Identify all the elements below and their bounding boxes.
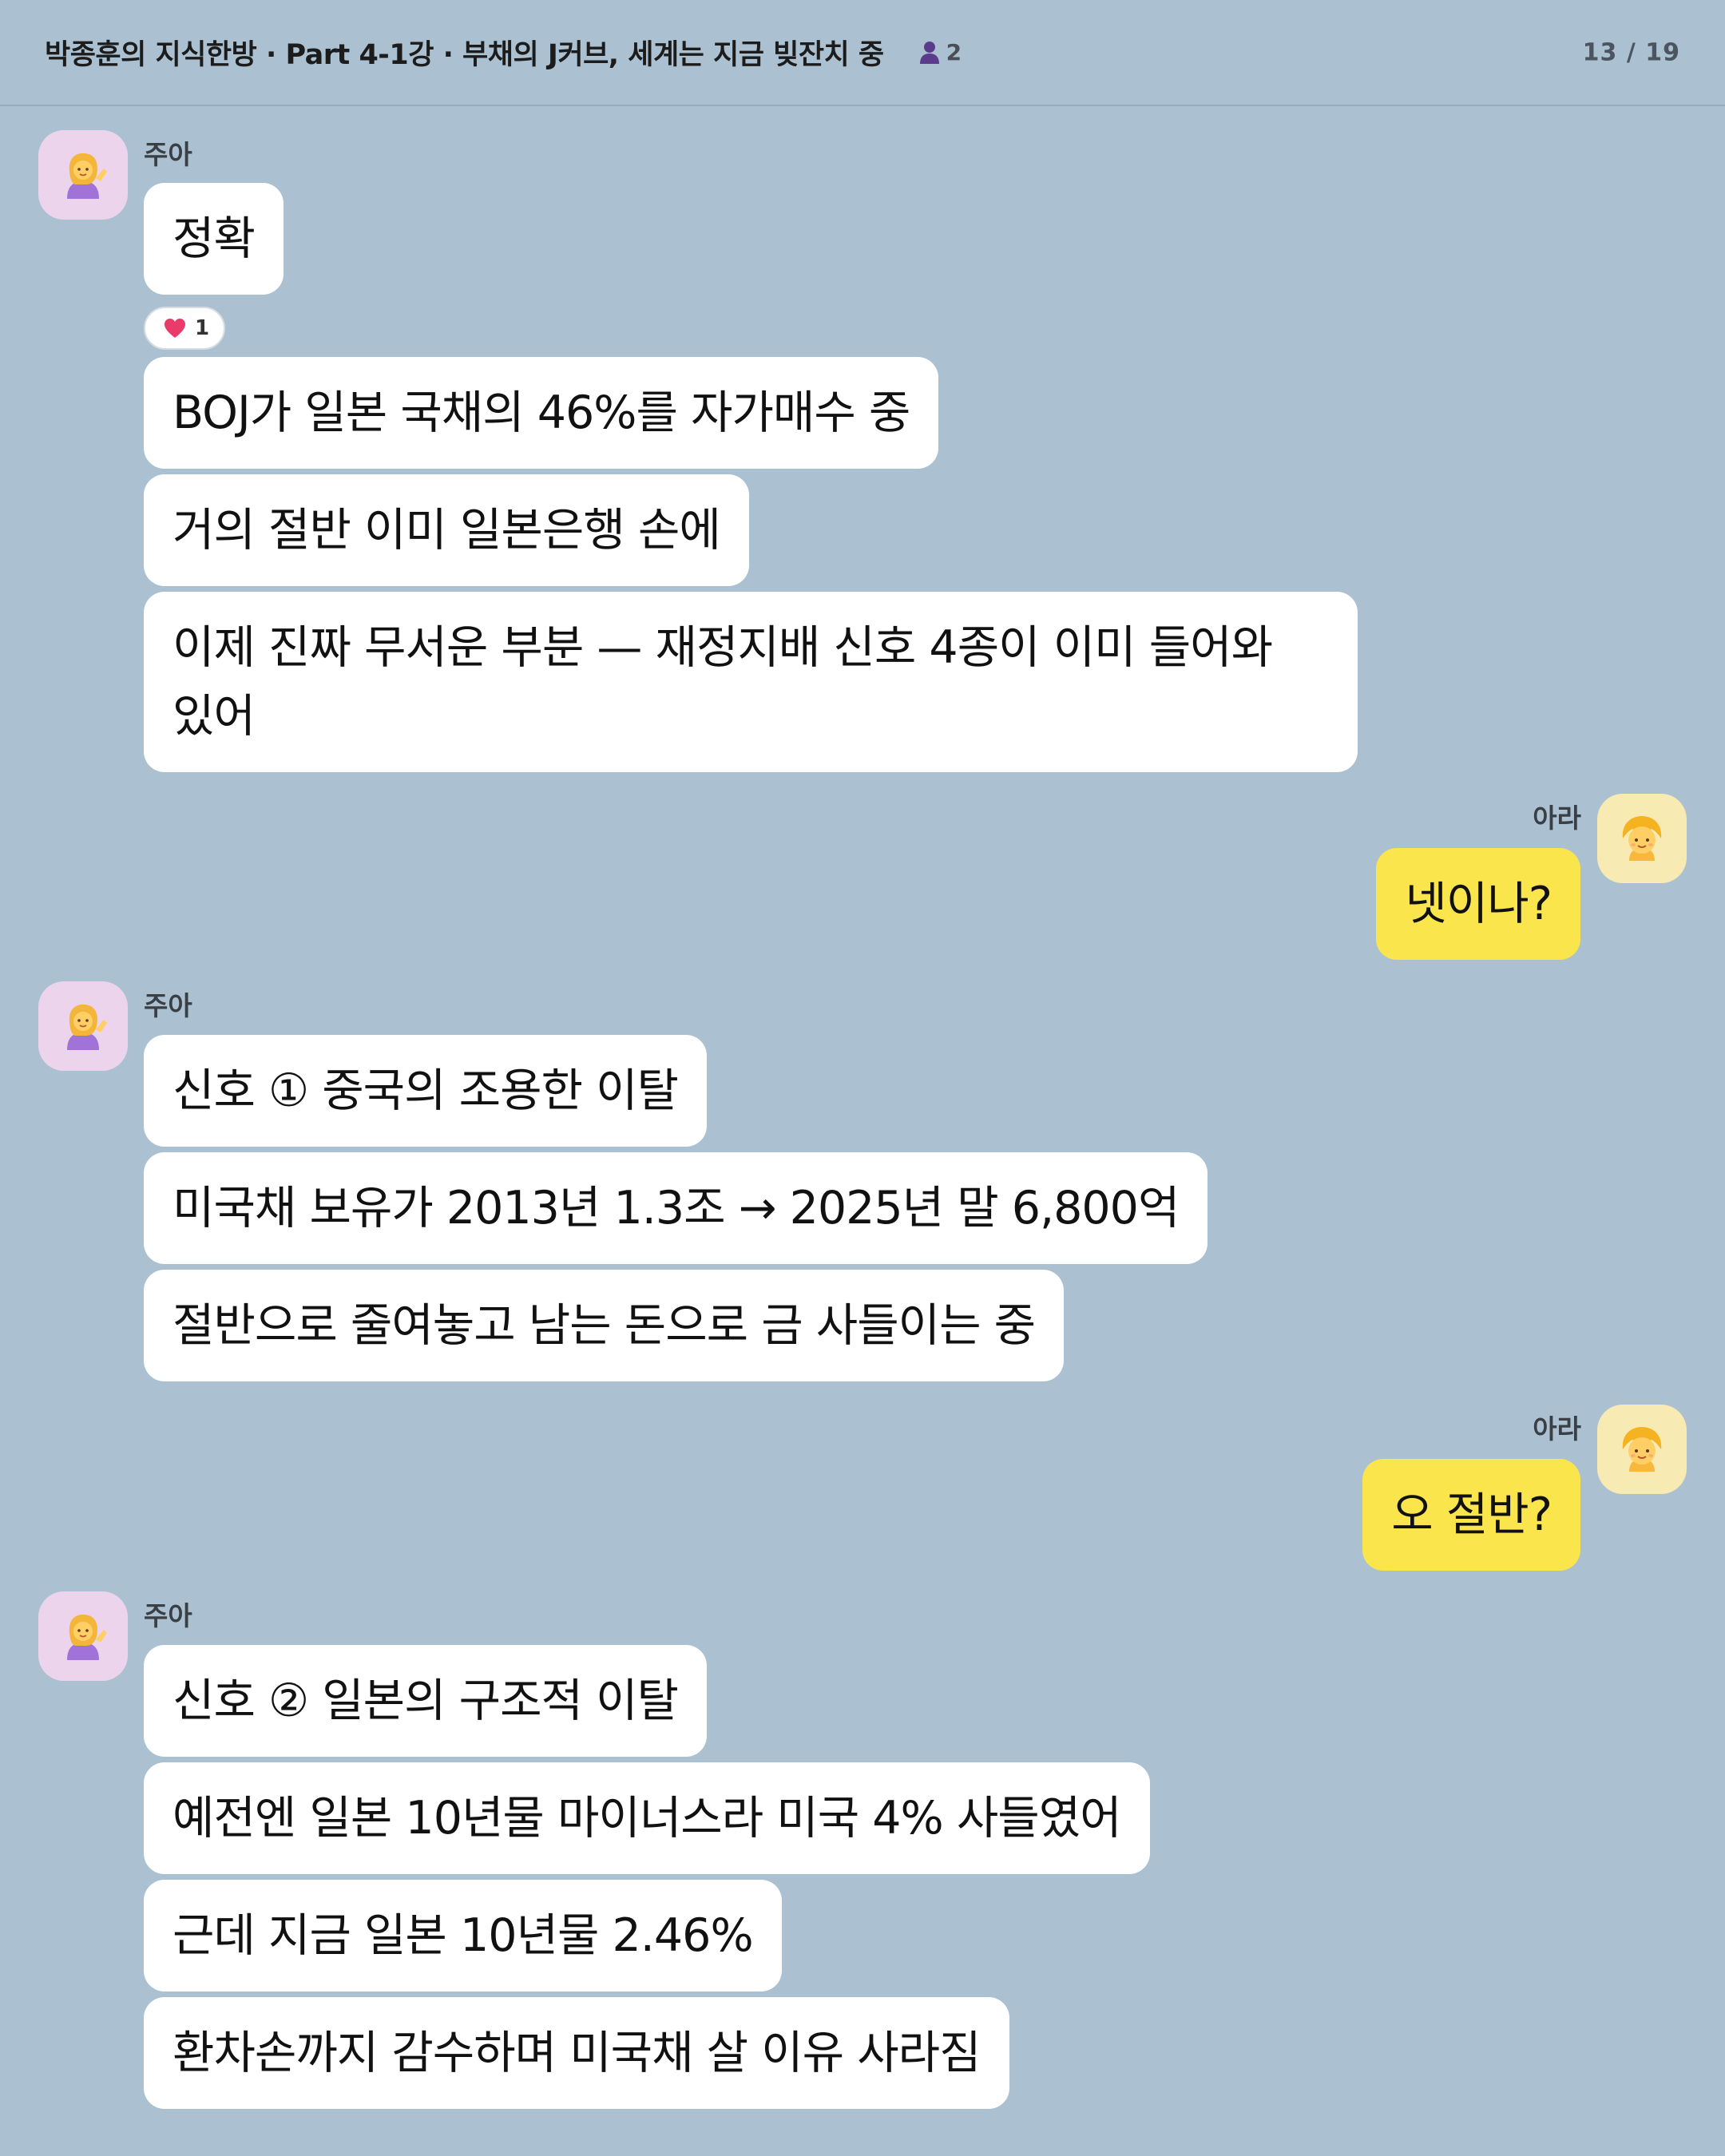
- member-count[interactable]: 2: [919, 39, 962, 65]
- child-face-icon: [1622, 1427, 1662, 1472]
- person-icon: [919, 41, 939, 64]
- heart-icon: [165, 319, 185, 338]
- message-bubble[interactable]: BOJ가 일본 국채의 46%를 자가매수 중: [144, 357, 939, 469]
- woman-tipping-hand-icon: [67, 153, 107, 199]
- chat-header: 박종훈의 지식한방 · Part 4-1강 · 부채의 J커브, 세계는 지금 …: [0, 0, 1725, 106]
- member-count-value: 2: [946, 39, 962, 65]
- message-bubble[interactable]: 오 절반?: [1362, 1459, 1580, 1571]
- sender-name: 주아: [144, 139, 192, 170]
- message-bubble[interactable]: 정확: [144, 183, 284, 295]
- avatar[interactable]: [38, 130, 128, 220]
- sender-name: 아라: [1533, 803, 1581, 834]
- message-bubble[interactable]: 넷이나?: [1376, 848, 1580, 960]
- sender-name: 주아: [144, 990, 192, 1021]
- woman-tipping-hand-icon: [67, 1614, 107, 1660]
- message-bubble[interactable]: 이제 진짜 무서운 부분 — 재정지배 신호 4종이 이미 들어와있어: [144, 592, 1358, 772]
- message-bubble[interactable]: 미국채 보유가 2013년 1.3조 → 2025년 말 6,800억: [144, 1152, 1208, 1264]
- woman-tipping-hand-icon: [67, 1004, 107, 1050]
- message-bubble[interactable]: 신호 ② 일본의 구조적 이탈: [144, 1645, 707, 1757]
- message-bubble[interactable]: 환차손까지 감수하며 미국채 살 이유 사라짐: [144, 1997, 1009, 2109]
- reaction-badge[interactable]: 1: [144, 307, 226, 350]
- page-indicator: 13 / 19: [1582, 38, 1680, 66]
- sender-name: 주아: [144, 1600, 192, 1631]
- sender-name: 아라: [1533, 1413, 1581, 1445]
- message-bubble[interactable]: 예전엔 일본 10년물 마이너스라 미국 4% 사들였어: [144, 1762, 1150, 1874]
- message-bubble[interactable]: 근데 지금 일본 10년물 2.46%: [144, 1880, 782, 1992]
- avatar[interactable]: [38, 1591, 128, 1681]
- message-bubble[interactable]: 신호 ① 중국의 조용한 이탈: [144, 1035, 707, 1147]
- avatar[interactable]: [1597, 1405, 1687, 1494]
- avatar[interactable]: [38, 981, 128, 1071]
- chat-title: 박종훈의 지식한방 · Part 4-1강 · 부채의 J커브, 세계는 지금 …: [45, 39, 884, 71]
- message-bubble[interactable]: 거의 절반 이미 일본은행 손에: [144, 474, 749, 586]
- avatar[interactable]: [1597, 794, 1687, 883]
- message-bubble[interactable]: 절반으로 줄여놓고 남는 돈으로 금 사들이는 중: [144, 1270, 1065, 1381]
- child-face-icon: [1622, 816, 1662, 861]
- reaction-count: 1: [195, 316, 210, 340]
